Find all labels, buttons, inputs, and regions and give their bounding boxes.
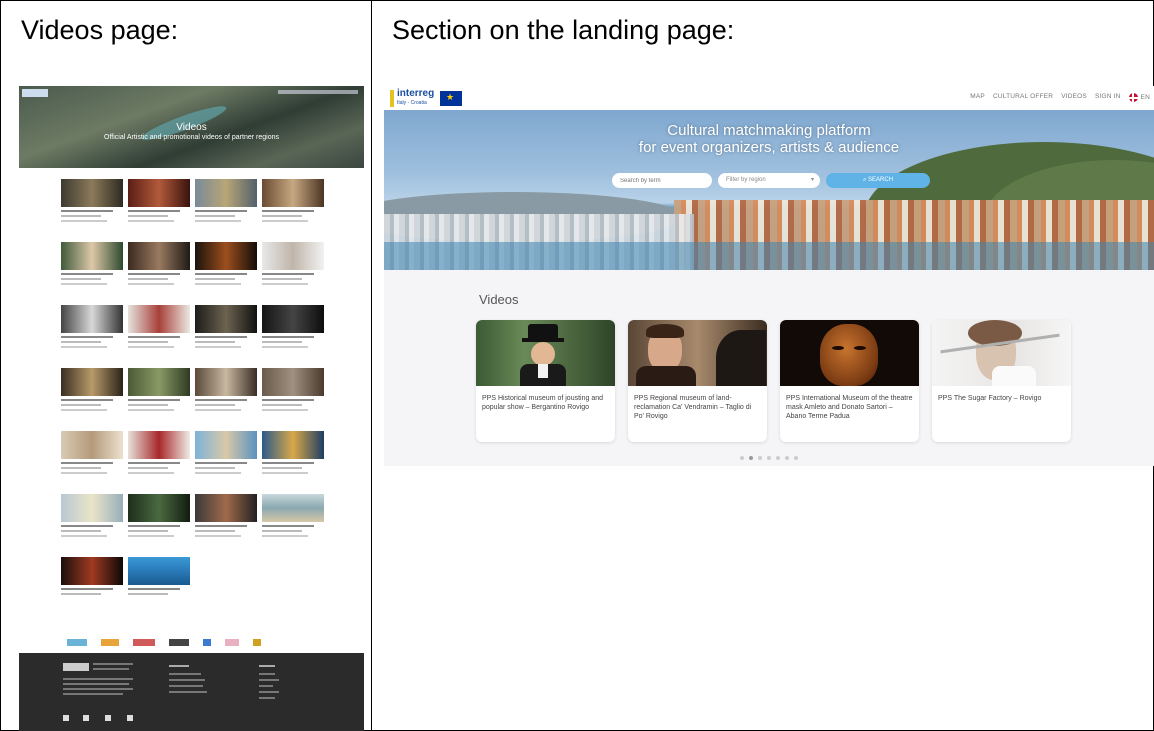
video-thumbnail[interactable] (195, 242, 257, 300)
videos-section-heading: Videos (479, 292, 519, 307)
video-thumbnail[interactable] (262, 368, 324, 426)
video-thumbnail[interactable] (195, 494, 257, 552)
interreg-logo[interactable]: interreg Italy - Croatia (390, 88, 462, 108)
landing-section-screenshot: interreg Italy - Croatia MAP CULTURAL OF… (384, 86, 1154, 466)
nav-menu: MAP CULTURAL OFFER VIDEOS SIGN IN EN (970, 93, 1150, 102)
video-thumbnail[interactable] (128, 431, 190, 489)
hero-title-line-2: for event organizers, artists & audience (638, 139, 900, 156)
search-button[interactable]: ⌕ SEARCH (826, 173, 930, 188)
partner-logos (67, 634, 327, 647)
video-thumbnail[interactable] (195, 179, 257, 237)
videos-page-footer (19, 653, 364, 731)
language-switch[interactable]: EN (1128, 93, 1150, 102)
video-card-title: PPS Regional museum of land-reclamation … (634, 395, 752, 420)
videos-page-screenshot: Videos Official Artistic and promotional… (19, 86, 364, 731)
video-card[interactable]: PPS Regional museum of land-reclamation … (628, 320, 767, 442)
video-thumbnail[interactable] (61, 305, 123, 363)
carousel-pagination (740, 456, 798, 460)
video-thumbnail[interactable] (262, 494, 324, 552)
hero-title-line-1: Cultural matchmaking platform (667, 122, 871, 139)
video-card-title: PPS Historical museum of jousting and po… (482, 395, 603, 411)
video-thumbnail[interactable] (61, 179, 123, 237)
video-thumbnail (932, 320, 1071, 386)
language-label: EN (1140, 94, 1150, 101)
left-panel-title: Videos page: (21, 15, 179, 45)
video-card[interactable]: PPS Historical museum of jousting and po… (476, 320, 615, 442)
video-card[interactable]: PPS The Sugar Factory – Rovigo (932, 320, 1071, 442)
video-thumbnail[interactable] (195, 431, 257, 489)
region-select-label: Filter by region (726, 177, 766, 183)
carousel-dot[interactable] (794, 456, 798, 460)
video-thumbnail[interactable] (262, 242, 324, 300)
nav-item-videos[interactable]: VIDEOS (1061, 93, 1087, 102)
hero-title: Cultural matchmaking platform for event … (384, 122, 1154, 156)
video-thumbnail[interactable] (61, 242, 123, 300)
uk-flag-icon (1128, 93, 1138, 102)
video-card-title: PPS International Museum of the theatre … (786, 395, 913, 420)
top-navbar: interreg Italy - Croatia MAP CULTURAL OF… (384, 86, 1154, 110)
hero-banner: Cultural matchmaking platform for event … (384, 110, 1154, 270)
video-thumbnail (780, 320, 919, 386)
video-thumbnail[interactable] (128, 179, 190, 237)
interreg-logo-icon (22, 89, 48, 97)
region-select[interactable]: Filter by region ▾ (718, 173, 820, 188)
search-button-label: SEARCH (868, 177, 894, 183)
carousel-dot[interactable] (776, 456, 780, 460)
carousel-dot[interactable] (740, 456, 744, 460)
carousel-dot[interactable] (767, 456, 771, 460)
video-thumbnail[interactable] (195, 368, 257, 426)
video-thumbnail[interactable] (128, 305, 190, 363)
search-bar: Filter by region ▾ ⌕ SEARCH (612, 173, 930, 188)
carousel-dot[interactable] (758, 456, 762, 460)
video-card[interactable]: PPS International Museum of the theatre … (780, 320, 919, 442)
video-thumbnail[interactable] (61, 557, 123, 615)
chevron-down-icon: ▾ (810, 177, 814, 183)
right-panel-title: Section on the landing page: (392, 15, 735, 45)
video-thumbnail[interactable] (195, 305, 257, 363)
videos-page-hero-subtitle: Official Artistic and promotional videos… (104, 134, 279, 141)
video-thumbnail[interactable] (61, 368, 123, 426)
logo-subtext: Italy - Croatia (397, 100, 427, 106)
video-thumbnail[interactable] (262, 305, 324, 363)
nav-item-sign-in[interactable]: SIGN IN (1095, 93, 1121, 102)
video-thumbnail[interactable] (128, 242, 190, 300)
eu-flag-icon (440, 91, 462, 106)
video-thumbnail[interactable] (128, 368, 190, 426)
videos-page-hero: Videos Official Artistic and promotional… (19, 86, 364, 168)
nav-item-map[interactable]: MAP (970, 93, 985, 102)
video-thumbnail[interactable] (61, 431, 123, 489)
search-icon: ⌕ (862, 177, 867, 183)
carousel-dot[interactable] (749, 456, 753, 460)
carousel-dot[interactable] (785, 456, 789, 460)
video-thumbnail (628, 320, 767, 386)
video-thumbnail[interactable] (61, 494, 123, 552)
videos-page-menu (278, 90, 358, 94)
videos-page-hero-title: Videos (176, 122, 207, 133)
video-thumbnail[interactable] (128, 557, 190, 615)
nav-item-cultural-offer[interactable]: CULTURAL OFFER (993, 93, 1053, 102)
video-thumbnail[interactable] (262, 431, 324, 489)
video-thumbnail[interactable] (262, 179, 324, 237)
video-thumbnail[interactable] (128, 494, 190, 552)
search-input[interactable] (612, 173, 712, 188)
logo-text: interreg (397, 88, 435, 99)
video-card-title: PPS The Sugar Factory – Rovigo (938, 395, 1042, 402)
video-thumbnail (476, 320, 615, 386)
